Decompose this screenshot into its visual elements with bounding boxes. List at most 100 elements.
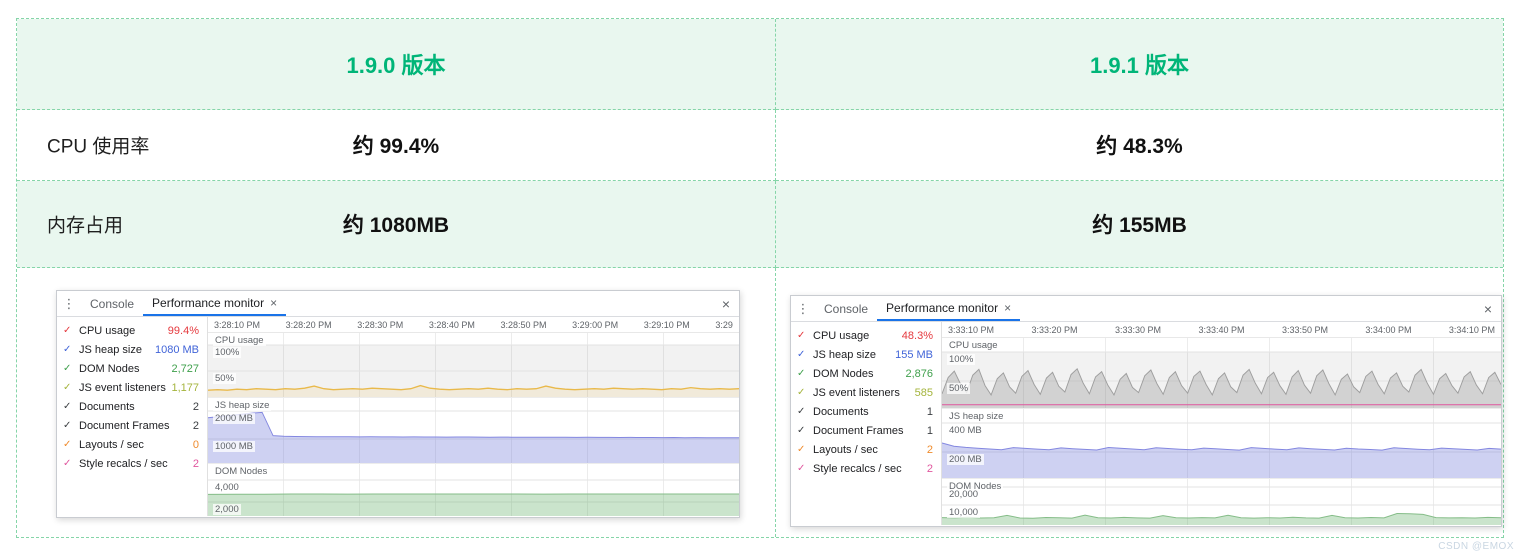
- time-label: 3:34:00 PM: [1365, 324, 1412, 335]
- metric-value: 1: [926, 424, 933, 437]
- chart-sections: CPU usage 100% 50% JS heap size 400 MB 200 MB…: [942, 338, 1501, 525]
- metric-checkbox-icon[interactable]: ✓: [797, 463, 812, 474]
- metric-checkbox-icon[interactable]: ✓: [63, 382, 78, 393]
- gridline-label: 10,000: [947, 507, 981, 518]
- metric-row[interactable]: ✓ DOM Nodes 2,727: [57, 359, 207, 378]
- metric-checkbox-icon[interactable]: ✓: [797, 406, 812, 417]
- time-label: 3:28:40 PM: [428, 319, 475, 330]
- time-ruler: 3:28:10 PM 3:28:20 PM 3:28:30 PM 3:28:40 PM…: [208, 317, 739, 333]
- metric-name: Layouts / sec: [79, 438, 144, 451]
- metric-value: 48.3%: [901, 329, 933, 342]
- metric-checkbox-icon[interactable]: ✓: [63, 420, 78, 431]
- chart-section: CPU usage 100% 50%: [942, 338, 1501, 408]
- memory-value-191: 约 155MB: [1092, 214, 1187, 237]
- tab-close-icon[interactable]: ×: [1004, 301, 1011, 315]
- time-ruler: 3:33:10 PM 3:33:20 PM 3:33:30 PM 3:33:40 PM…: [942, 322, 1501, 338]
- time-label: 3:33:50 PM: [1281, 324, 1328, 335]
- metric-checkbox-icon[interactable]: ✓: [63, 439, 78, 450]
- tab-close-icon[interactable]: ×: [270, 296, 277, 310]
- metric-checkbox-icon[interactable]: ✓: [797, 387, 812, 398]
- gridline-label: 50%: [947, 383, 971, 394]
- screenshot-cell-191: ⋮ Console Performance monitor × × ✓ CPU u…: [776, 268, 1503, 537]
- gridline-label: 200 MB: [947, 454, 984, 465]
- metrics-sidebar: ✓ CPU usage 48.3% ✓ JS heap size 155 MB ✓ DOM N…: [791, 322, 942, 525]
- time-label: 3:28:10 PM: [214, 319, 261, 330]
- version-190-header: 1.9.0 版本: [346, 53, 446, 78]
- more-options-icon[interactable]: ⋮: [57, 296, 81, 312]
- metric-name: Documents: [79, 400, 135, 413]
- metric-checkbox-icon[interactable]: ✓: [63, 325, 78, 336]
- screenshot-cell-190: ⋮ Console Performance monitor × × ✓ CPU u…: [17, 268, 776, 537]
- metric-row[interactable]: ✓ Documents 2: [57, 397, 207, 416]
- gridline-label: 2,000: [213, 504, 241, 515]
- cpu-row-right-cell: 约 48.3%: [776, 110, 1503, 181]
- metric-row[interactable]: ✓ JS heap size 155 MB: [791, 345, 941, 364]
- comparison-table: 1.9.0 版本 1.9.1 版本 CPU 使用率 约 99.4% 约 48.3…: [16, 18, 1504, 538]
- version-191-header: 1.9.1 版本: [1089, 53, 1190, 78]
- time-label: 3:28:30 PM: [357, 319, 404, 330]
- tab-performance-monitor[interactable]: Performance monitor ×: [877, 296, 1021, 321]
- metrics-sidebar: ✓ CPU usage 99.4% ✓ JS heap size 1080 MB ✓ DOM …: [57, 317, 208, 516]
- devtools-close-icon[interactable]: ×: [1484, 301, 1492, 317]
- time-label: 3:29: [715, 319, 733, 330]
- time-label: 3:34:10 PM: [1448, 324, 1495, 335]
- metric-row[interactable]: ✓ Style recalcs / sec 2: [57, 454, 207, 473]
- metric-checkbox-icon[interactable]: ✓: [797, 444, 812, 455]
- metric-checkbox-icon[interactable]: ✓: [63, 401, 78, 412]
- metric-row[interactable]: ✓ CPU usage 99.4%: [57, 321, 207, 340]
- metric-name: JS event listeners: [813, 386, 900, 399]
- metric-row[interactable]: ✓ Document Frames 1: [791, 421, 941, 440]
- watermark: CSDN @EMOX: [1438, 541, 1514, 552]
- devtools-toolbar: ⋮ Console Performance monitor × ×: [57, 291, 739, 317]
- metric-checkbox-icon[interactable]: ✓: [797, 425, 812, 436]
- metric-row[interactable]: ✓ JS event listeners 1,177: [57, 378, 207, 397]
- gridline-label: 1000 MB: [213, 441, 256, 452]
- metric-row[interactable]: ✓ Documents 1: [791, 402, 941, 421]
- metric-row[interactable]: ✓ Layouts / sec 0: [57, 435, 207, 454]
- gridline-label: 20,000: [947, 489, 981, 500]
- metric-name: Style recalcs / sec: [79, 457, 168, 470]
- time-label: 3:33:20 PM: [1031, 324, 1078, 335]
- metric-row[interactable]: ✓ Style recalcs / sec 2: [791, 459, 941, 478]
- metric-value: 2: [192, 400, 199, 413]
- metric-row[interactable]: ✓ Layouts / sec 2: [791, 440, 941, 459]
- chart-section-title: DOM Nodes: [213, 466, 270, 477]
- devtools-panel-191: ⋮ Console Performance monitor × × ✓ CPU u…: [790, 295, 1502, 527]
- metric-name: DOM Nodes: [79, 362, 140, 375]
- chart-section: JS heap size 2000 MB 1000 MB: [208, 397, 739, 463]
- cpu-row-left-cell: CPU 使用率 约 99.4%: [17, 110, 776, 181]
- metric-checkbox-icon[interactable]: ✓: [63, 458, 78, 469]
- metric-checkbox-icon[interactable]: ✓: [63, 363, 78, 374]
- metric-row[interactable]: ✓ JS heap size 1080 MB: [57, 340, 207, 359]
- metric-checkbox-icon[interactable]: ✓: [797, 349, 812, 360]
- gridline-label: 400 MB: [947, 425, 984, 436]
- chart-section-title: JS heap size: [213, 400, 272, 411]
- chart-section-title: JS heap size: [947, 411, 1006, 422]
- metric-value: 1080 MB: [154, 343, 199, 356]
- metric-value: 1: [926, 405, 933, 418]
- metric-row[interactable]: ✓ Document Frames 2: [57, 416, 207, 435]
- metric-checkbox-icon[interactable]: ✓: [797, 330, 812, 341]
- metric-value: 2,727: [171, 362, 199, 375]
- metric-checkbox-icon[interactable]: ✓: [63, 344, 78, 355]
- metric-row[interactable]: ✓ JS event listeners 585: [791, 383, 941, 402]
- metric-value: 0: [192, 438, 199, 451]
- chart-section: DOM Nodes 4,000 2,000: [208, 463, 739, 516]
- metric-checkbox-icon[interactable]: ✓: [797, 368, 812, 379]
- time-label: 3:29:10 PM: [643, 319, 690, 330]
- page: 1.9.0 版本 1.9.1 版本 CPU 使用率 约 99.4% 约 48.3…: [0, 0, 1520, 555]
- tab-performance-monitor[interactable]: Performance monitor ×: [143, 291, 287, 316]
- metric-row[interactable]: ✓ DOM Nodes 2,876: [791, 364, 941, 383]
- devtools-close-icon[interactable]: ×: [722, 296, 730, 312]
- metric-name: Document Frames: [813, 424, 904, 437]
- gridline-label: 50%: [213, 373, 237, 384]
- metric-value: 2: [926, 443, 933, 456]
- metric-row[interactable]: ✓ CPU usage 48.3%: [791, 326, 941, 345]
- memory-row-right-cell: 约 155MB: [776, 181, 1503, 268]
- more-options-icon[interactable]: ⋮: [791, 301, 815, 317]
- devtools-toolbar: ⋮ Console Performance monitor × ×: [791, 296, 1501, 322]
- time-label: 3:28:50 PM: [500, 319, 547, 330]
- tab-console[interactable]: Console: [815, 296, 877, 321]
- tab-console[interactable]: Console: [81, 291, 143, 316]
- metric-value: 1,177: [171, 381, 199, 394]
